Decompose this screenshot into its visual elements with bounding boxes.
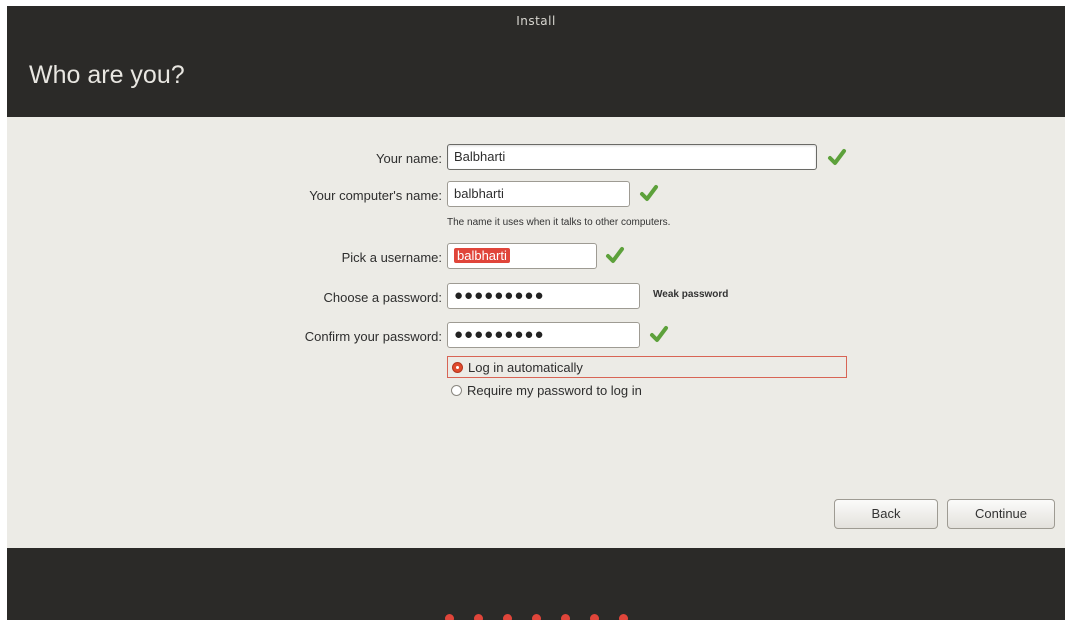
checkmark-icon	[640, 185, 658, 201]
progress-dot	[444, 614, 454, 620]
require-password-option[interactable]: Require my password to log in	[447, 379, 642, 401]
back-button[interactable]: Back	[834, 499, 938, 529]
password-strength: Weak password	[653, 289, 729, 300]
your-name-label: Your name:	[375, 151, 442, 166]
login-automatically-option[interactable]: Log in automatically	[447, 356, 847, 378]
computer-name-label: Your computer's name:	[309, 188, 442, 203]
window-title: Install	[516, 14, 556, 28]
checkmark-icon	[606, 247, 624, 263]
confirm-password-input[interactable]: ●●●●●●●●●	[447, 322, 640, 348]
progress-dot	[618, 614, 628, 620]
progress-dot	[473, 614, 483, 620]
installer-window: Install Who are you? Your name: Balbhart…	[7, 6, 1065, 620]
your-name-input[interactable]: Balbharti	[447, 144, 817, 170]
checkmark-icon	[828, 149, 846, 165]
confirm-password-label: Confirm your password:	[304, 329, 442, 344]
login-automatically-label: Log in automatically	[468, 359, 583, 375]
username-input[interactable]: balbharti	[447, 243, 597, 269]
computer-name-input[interactable]: balbharti	[447, 181, 630, 207]
password-label: Choose a password:	[323, 290, 442, 305]
progress-dot	[589, 614, 599, 620]
checkmark-icon	[650, 326, 668, 342]
password-input[interactable]: ●●●●●●●●●	[447, 283, 640, 309]
require-password-label: Require my password to log in	[467, 382, 642, 398]
page-title: Who are you?	[29, 61, 185, 89]
window-header: Install Who are you?	[7, 6, 1065, 117]
installer-footer	[7, 548, 1065, 620]
radio-selected-icon	[452, 361, 463, 373]
username-value: balbharti	[454, 248, 510, 263]
progress-dot	[560, 614, 570, 620]
computer-name-hint: The name it uses when it talks to other …	[447, 217, 671, 228]
progress-dot	[502, 614, 512, 620]
username-label: Pick a username:	[341, 250, 442, 265]
continue-button[interactable]: Continue	[947, 499, 1055, 529]
radio-unselected-icon	[451, 384, 462, 396]
progress-indicator	[7, 608, 1065, 620]
progress-dot	[531, 614, 541, 620]
user-form: Your name: Balbharti Your computer's nam…	[7, 117, 1065, 548]
